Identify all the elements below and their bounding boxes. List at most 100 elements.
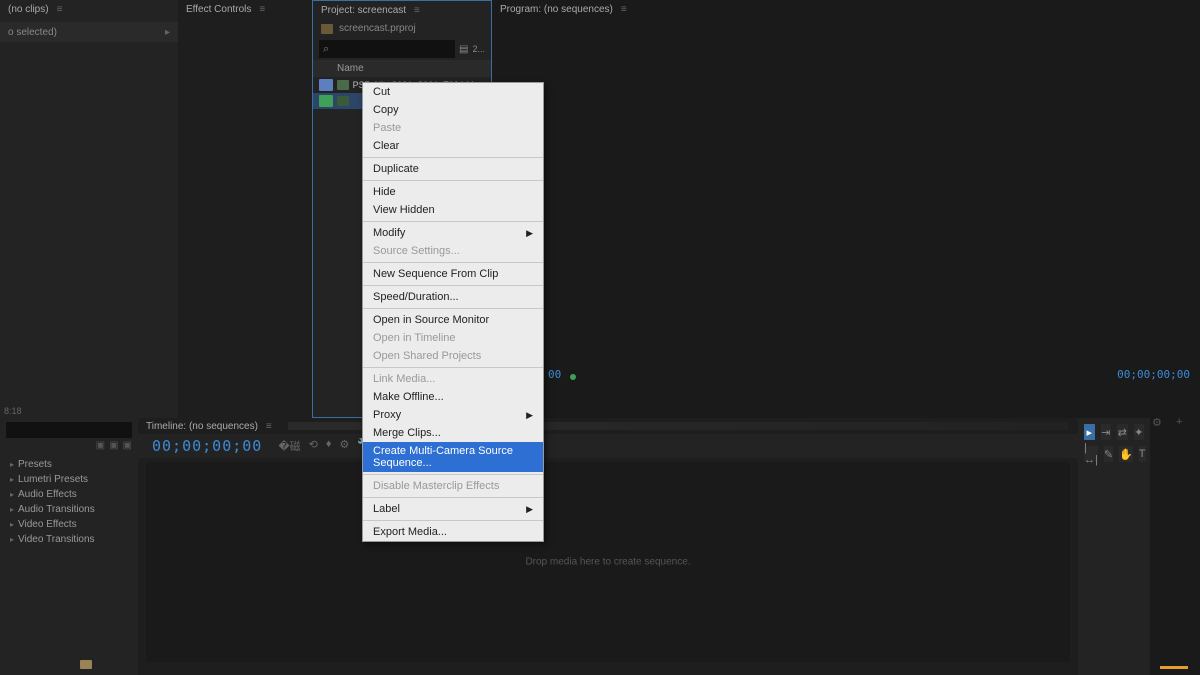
effects-list: Presets Lumetri Presets Audio Effects Au… <box>0 453 138 551</box>
context-menu-item-label: Paste <box>373 122 401 134</box>
context-menu-separator <box>363 367 543 368</box>
resolution-indicator-icon[interactable] <box>570 374 576 380</box>
context-menu-item-label: Open in Timeline <box>373 332 456 344</box>
search-icon: ⌕ <box>323 43 329 56</box>
fx-badge-icon[interactable]: ▣ <box>123 440 132 451</box>
source-monitor-panel: (no clips) ≡ o selected) ▸ 8:18 <box>0 0 178 418</box>
menu-icon[interactable]: ≡ <box>266 421 272 432</box>
hand-tool[interactable]: ✋ <box>1119 446 1133 462</box>
context-menu-item[interactable]: Hide <box>363 183 543 201</box>
marker-icon[interactable]: ♦ <box>326 438 332 454</box>
context-menu-item-label: Copy <box>373 104 399 116</box>
fx-badge-icon[interactable]: ▣ <box>109 440 118 451</box>
context-menu-item[interactable]: Merge Clips... <box>363 424 543 442</box>
tools-panel: ▸ ⇥ ⇄ ✦ |↔| ✎ ✋ T <box>1078 418 1150 675</box>
context-menu-item-label: View Hidden <box>373 204 435 216</box>
context-menu-item[interactable]: Clear <box>363 137 543 155</box>
menu-icon[interactable]: ≡ <box>414 5 420 16</box>
selection-tool[interactable]: ▸ <box>1084 424 1095 440</box>
submenu-arrow-icon: ▶ <box>526 410 533 421</box>
context-menu-item-label: Proxy <box>373 409 401 421</box>
settings-icon[interactable]: ⚙ <box>339 438 349 454</box>
effect-controls-tab[interactable]: Effect Controls ≡ <box>178 0 312 18</box>
linked-selection-icon[interactable]: ⟲ <box>309 438 318 454</box>
context-menu-item-label: Hide <box>373 186 396 198</box>
menu-icon[interactable]: ≡ <box>259 4 265 15</box>
context-menu-item[interactable]: Cut <box>363 83 543 101</box>
effects-folder[interactable]: Video Effects <box>4 517 134 532</box>
context-menu-item[interactable]: Label▶ <box>363 500 543 518</box>
context-menu-item[interactable]: Create Multi-Camera Source Sequence... <box>363 442 543 472</box>
context-menu-item[interactable]: New Sequence From Clip <box>363 265 543 283</box>
close-icon[interactable]: ≡ <box>57 4 63 15</box>
context-menu-item-label: Open Shared Projects <box>373 350 481 362</box>
timeline-tracks-area[interactable]: Drop media here to create sequence. <box>146 462 1070 662</box>
effects-folder[interactable]: Presets <box>4 457 134 472</box>
project-search-row: ⌕ ▤ 2... <box>313 38 491 60</box>
drop-hint: Drop media here to create sequence. <box>525 557 690 568</box>
context-menu-item[interactable]: Proxy ▶ <box>363 406 543 424</box>
program-tab-label: Program: (no sequences) <box>500 4 613 15</box>
submenu-arrow-icon: ▶ <box>526 228 533 239</box>
timeline-panel: Timeline: (no sequences) ≡ 00;00;00;00 �… <box>138 418 1078 675</box>
slip-tool[interactable]: |↔| <box>1084 446 1098 462</box>
context-menu-item: Paste <box>363 119 543 137</box>
bin-icon <box>321 24 333 34</box>
context-menu-item[interactable]: Speed/Duration... <box>363 288 543 306</box>
context-menu-item: Open in Timeline <box>363 329 543 347</box>
label-chip-icon <box>319 79 333 91</box>
project-search-input[interactable] <box>319 40 455 58</box>
project-tab[interactable]: Project: screencast ≡ <box>313 1 491 19</box>
settings-button[interactable]: ⚙ <box>1152 416 1166 430</box>
context-menu-item[interactable]: Copy <box>363 101 543 119</box>
submenu-arrow-icon: ▶ <box>526 504 533 515</box>
context-menu-item[interactable]: View Hidden <box>363 201 543 219</box>
effects-folder[interactable]: Lumetri Presets <box>4 472 134 487</box>
snap-icon[interactable]: �磁 <box>278 438 300 454</box>
context-menu-item-label: Open in Source Monitor <box>373 314 489 326</box>
chevron-right-icon[interactable]: ▸ <box>165 27 170 38</box>
project-filename-row: screencast.prproj <box>313 19 491 38</box>
no-clip-text: o selected) <box>8 27 57 38</box>
project-filename: screencast.prproj <box>339 23 416 34</box>
ripple-edit-tool[interactable]: ⇄ <box>1117 424 1128 440</box>
column-header-name[interactable]: Name <box>313 60 491 77</box>
program-body: 00 00;00;00;00 ♦ { } |◂ ◂| ▸ |▸ ▸| ⎌ ✂ ◎… <box>492 18 1200 436</box>
context-menu-item-label: Disable Masterclip Effects <box>373 480 499 492</box>
fx-badge-icon[interactable]: ▣ <box>96 440 105 451</box>
source-timecode-small: 8:18 <box>4 406 22 416</box>
new-bin-icon[interactable]: ▤ <box>459 44 468 55</box>
effects-search-input[interactable] <box>6 422 132 438</box>
context-menu-separator <box>363 308 543 309</box>
context-menu-item-label: New Sequence From Clip <box>373 268 498 280</box>
context-menu-item[interactable]: Modify▶ <box>363 224 543 242</box>
new-bin-icon[interactable] <box>80 660 92 669</box>
context-menu-item[interactable]: Duplicate <box>363 160 543 178</box>
effects-browser-panel: ▣ ▣ ▣ Presets Lumetri Presets Audio Effe… <box>0 418 138 675</box>
program-tab[interactable]: Program: (no sequences) ≡ <box>492 0 1200 18</box>
context-menu-item: Disable Masterclip Effects <box>363 477 543 495</box>
timeline-timecode[interactable]: 00;00;00;00 <box>152 437 262 455</box>
context-menu-item[interactable]: Export Media... <box>363 523 543 541</box>
context-menu-item-label: Merge Clips... <box>373 427 441 439</box>
item-count: 2... <box>472 44 485 54</box>
context-menu-item[interactable]: Open in Source Monitor <box>363 311 543 329</box>
context-menu-item-label: Create Multi-Camera Source Sequence... <box>373 445 533 469</box>
timeline-header: 00;00;00;00 �磁 ⟲ ♦ ⚙ 🔧 <box>138 434 1078 458</box>
context-menu-item[interactable]: Make Offline... <box>363 388 543 406</box>
context-menu-item-label: Speed/Duration... <box>373 291 459 303</box>
context-menu-item: Open Shared Projects <box>363 347 543 365</box>
effects-folder[interactable]: Audio Transitions <box>4 502 134 517</box>
effects-folder[interactable]: Audio Effects <box>4 487 134 502</box>
track-select-tool[interactable]: ⇥ <box>1101 424 1112 440</box>
video-clip-icon <box>337 80 349 90</box>
context-menu-separator <box>363 497 543 498</box>
razor-tool[interactable]: ✦ <box>1134 424 1145 440</box>
button-editor-button[interactable]: + <box>1176 416 1190 430</box>
context-menu-separator <box>363 285 543 286</box>
pen-tool[interactable]: ✎ <box>1104 446 1113 462</box>
source-tab[interactable]: (no clips) ≡ <box>0 0 178 18</box>
menu-icon[interactable]: ≡ <box>621 4 627 15</box>
type-tool[interactable]: T <box>1139 446 1146 462</box>
effects-folder[interactable]: Video Transitions <box>4 532 134 547</box>
